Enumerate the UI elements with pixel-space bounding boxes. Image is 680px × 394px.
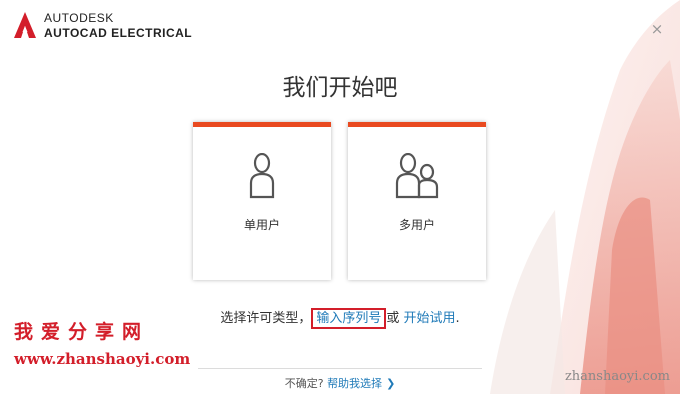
multi-user-label: 多用户: [398, 218, 435, 232]
brand-product: AUTOCAD ELECTRICAL: [44, 26, 193, 40]
single-user-label: 单用户: [243, 218, 280, 232]
unsure-text: 不确定?: [284, 377, 324, 390]
close-icon[interactable]: ×: [650, 22, 664, 37]
footer-help: 不确定? 帮助我选择 ❯: [0, 375, 680, 391]
autocad-logo-icon: [14, 12, 36, 38]
enter-serial-link[interactable]: 输入序列号: [311, 308, 387, 329]
page-title: 我们开始吧: [282, 75, 398, 101]
help-me-choose-link[interactable]: 帮助我选择: [327, 377, 382, 390]
watermark-url-left: www.zhanshaoyi.com: [14, 350, 191, 368]
watermark-site-name: 我爱分享网: [14, 321, 150, 343]
license-suffix: .: [455, 311, 460, 326]
brand-company: AUTODESK: [44, 11, 114, 25]
chevron-right-icon[interactable]: ❯: [386, 377, 395, 390]
brand-wordmark: AUTODESK AUTOCAD ELECTRICAL: [44, 12, 192, 39]
multi-user-icon: [348, 152, 486, 203]
single-user-card[interactable]: 单用户: [193, 122, 331, 280]
start-trial-link[interactable]: 开始试用: [404, 311, 456, 326]
license-or-text: 或: [386, 311, 400, 326]
footer-divider: [198, 368, 482, 369]
license-prefix-text: 选择许可类型，: [220, 311, 312, 326]
autocad-start-window: AUTODESK AUTOCAD ELECTRICAL × 我们开始吧 单用户 …: [0, 0, 680, 394]
multi-user-card[interactable]: 多用户: [348, 122, 486, 280]
single-user-icon: [193, 152, 331, 203]
